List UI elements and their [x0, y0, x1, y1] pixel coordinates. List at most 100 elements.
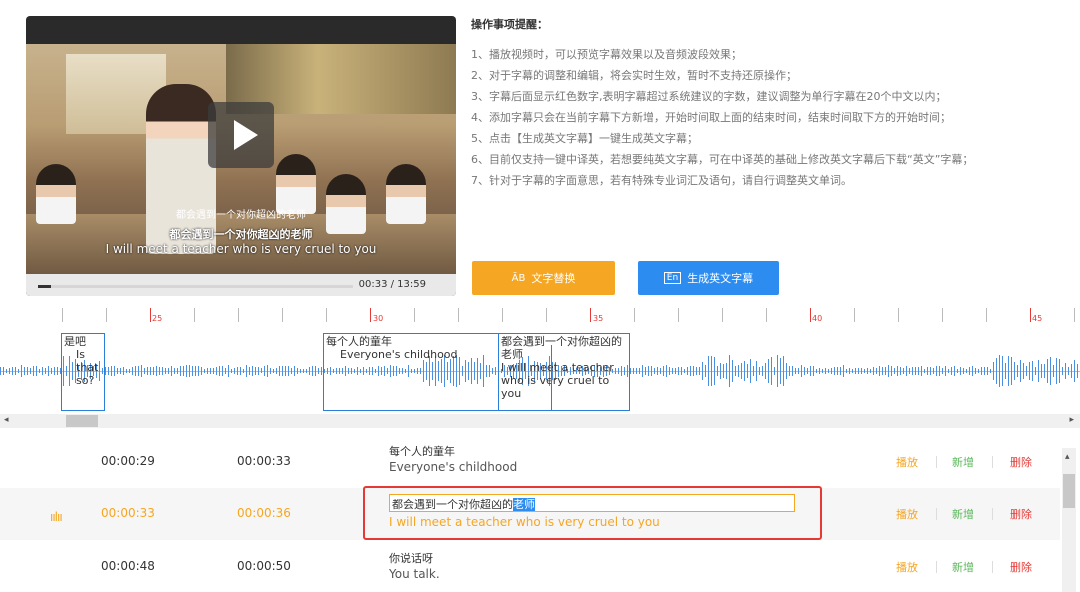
waveform-bar	[57, 367, 58, 375]
waveform-bar	[1062, 366, 1063, 376]
waveform-bar	[897, 366, 898, 376]
waveform-bar	[933, 368, 934, 374]
waveform-bar	[0, 367, 1, 375]
waveform-bar	[699, 366, 700, 376]
table-row[interactable]: 00:00:48 00:00:50 你说话呀 You talk. 播放 新增 删…	[0, 540, 1060, 592]
video-player[interactable]: 都会遇到一个对你超凶的老师 都会遇到一个对你超凶的老师 I will meet …	[26, 16, 456, 296]
delete-button[interactable]: 删除	[1010, 454, 1032, 470]
table-row[interactable]: 00:00:29 00:00:33 每个人的童年 Everyone's chil…	[0, 437, 1060, 489]
progress-bar[interactable]	[38, 285, 353, 288]
add-button[interactable]: 新增	[952, 454, 974, 470]
waveform-bar	[153, 367, 154, 375]
waveform-bar	[822, 368, 823, 374]
add-button[interactable]: 新增	[952, 559, 974, 575]
waveform-bar	[852, 368, 853, 374]
subtitle-cn[interactable]: 每个人的童年	[389, 443, 455, 459]
waveform-bar	[288, 365, 289, 377]
scroll-thumb[interactable]	[1063, 474, 1075, 508]
waveform-bar	[882, 367, 883, 375]
ruler-tick-major	[590, 308, 591, 322]
waveform-bar	[231, 368, 232, 374]
waveform-bar	[633, 367, 634, 375]
waveform-bar	[894, 367, 895, 375]
waveform-bar	[753, 365, 754, 377]
video-controls: 00:33 / 13:59	[26, 274, 456, 296]
table-scrollbar[interactable]: ▴	[1062, 448, 1076, 592]
waveform-bar	[732, 359, 733, 383]
waveform-bar	[1071, 364, 1072, 378]
text-replace-button[interactable]: ĀB 文字替换	[472, 261, 615, 295]
waveform-bar	[798, 367, 799, 375]
waveform-bar	[1077, 363, 1078, 379]
ruler-tick	[282, 308, 283, 322]
waveform-bar	[306, 368, 307, 374]
waveform-bar	[201, 366, 202, 376]
play-button[interactable]: 播放	[896, 559, 918, 575]
scroll-left-icon[interactable]: ◂	[4, 415, 9, 425]
ruler-tick	[238, 308, 239, 322]
playhead[interactable]	[551, 345, 552, 411]
waveform-bar	[696, 366, 697, 376]
waveform-bar	[246, 365, 247, 377]
end-time: 00:00:33	[237, 454, 291, 468]
waveform-bar	[921, 365, 922, 377]
waveform-bar	[261, 368, 262, 374]
waveform-bar	[1011, 356, 1012, 386]
waveform-segment-active[interactable]: 都会遇到一个对你超凶的老师 I will meet a teacher who …	[498, 333, 630, 411]
waveform-bar	[237, 366, 238, 376]
delete-button[interactable]: 删除	[1010, 506, 1032, 522]
ruler-label: 25	[152, 314, 163, 323]
play-icon[interactable]	[208, 102, 274, 168]
waveform-bar	[870, 368, 871, 374]
waveform-bar	[750, 359, 751, 383]
generate-english-button[interactable]: En 生成英文字幕	[638, 261, 779, 295]
waveform-bar	[111, 365, 112, 377]
waveform-bar	[312, 365, 313, 377]
waveform-bar	[726, 362, 727, 380]
timeline-scrollbar[interactable]: ◂ ▸	[0, 414, 1080, 428]
start-time: 00:00:48	[101, 559, 155, 573]
subtitle-en[interactable]: You talk.	[389, 567, 440, 581]
progress-fill	[38, 285, 51, 288]
waveform-segment[interactable]: 是吧 Is that so?	[61, 333, 105, 411]
waveform-segment[interactable]: 每个人的童年 Everyone's childhood	[323, 333, 499, 411]
scroll-right-icon[interactable]: ▸	[1069, 415, 1074, 425]
waveform-bar	[1050, 356, 1051, 386]
waveform-bar	[183, 365, 184, 377]
waveform-bar	[318, 368, 319, 374]
play-button[interactable]: 播放	[896, 506, 918, 522]
waveform-bar	[984, 367, 985, 375]
ruler-tick	[942, 308, 943, 322]
waveform-bar	[789, 366, 790, 376]
waveform-bar	[708, 355, 709, 387]
waveform-bar	[207, 367, 208, 375]
waveform-bar	[222, 366, 223, 376]
segment-en: Everyone's childhood	[340, 348, 458, 361]
waveform-bar	[720, 362, 721, 380]
scroll-up-icon[interactable]: ▴	[1065, 452, 1070, 462]
note-item: 1、播放视频时，可以预览字幕效果以及音频波段效果；	[471, 48, 742, 61]
waveform-bar	[21, 365, 22, 377]
waveform-bar	[993, 361, 994, 381]
generate-english-label: 生成英文字幕	[687, 272, 754, 285]
waveform-bar	[975, 367, 976, 375]
waveform-bar	[210, 367, 211, 375]
add-button[interactable]: 新增	[952, 506, 974, 522]
play-button[interactable]: 播放	[896, 454, 918, 470]
waveform-bar	[141, 365, 142, 377]
waveform-bar	[630, 367, 631, 375]
timeline-ruler[interactable]: 25 30 35 40 45	[0, 304, 1080, 326]
waveform-bar	[957, 368, 958, 374]
subtitle-cn[interactable]: 你说话呀	[389, 550, 433, 566]
delete-button[interactable]: 删除	[1010, 559, 1032, 575]
waveform-bar	[819, 368, 820, 374]
scroll-thumb[interactable]	[66, 415, 98, 427]
segment-cn: 是吧	[64, 335, 86, 348]
video-subtitle-small: 都会遇到一个对你超凶的老师	[176, 210, 306, 221]
waveform-bar	[297, 368, 298, 374]
waveform-bar	[147, 367, 148, 375]
waveform-bar	[810, 366, 811, 376]
subtitle-en[interactable]: Everyone's childhood	[389, 460, 517, 474]
waveform-bar	[309, 366, 310, 376]
waveform-bar	[816, 368, 817, 374]
